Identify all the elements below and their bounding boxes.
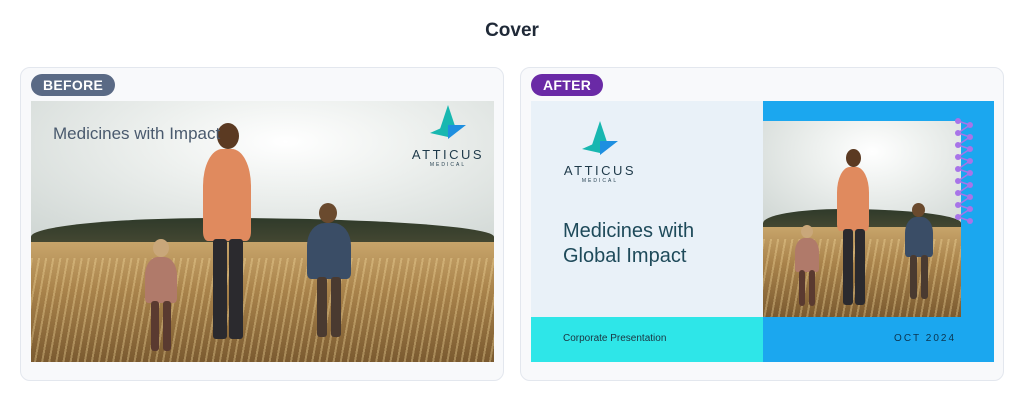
before-logo-name: ATTICUS bbox=[411, 147, 485, 162]
before-slide[interactable]: Medicines with Impact ATTICUS MEDICAL bbox=[31, 101, 494, 362]
after-logo: ATTICUS MEDICAL bbox=[561, 119, 639, 184]
after-date: OCT 2024 bbox=[894, 333, 956, 344]
decorative-dots-pattern bbox=[955, 118, 973, 224]
after-slide-title: Medicines with Global Impact bbox=[563, 220, 695, 267]
after-left-section: ATTICUS MEDICAL Medicines with Global Im… bbox=[531, 101, 763, 362]
mother-figure bbox=[191, 121, 261, 351]
before-badge: BEFORE bbox=[31, 74, 116, 96]
after-slide[interactable]: ATTICUS MEDICAL Medicines with Global Im… bbox=[531, 101, 994, 362]
before-logo-sub: MEDICAL bbox=[429, 162, 467, 168]
page-title: Cover bbox=[485, 20, 539, 41]
before-logo: ATTICUS MEDICAL bbox=[409, 103, 487, 168]
boy-figure bbox=[899, 201, 939, 311]
family-field-photo-cropped bbox=[763, 121, 961, 317]
mother-figure bbox=[829, 147, 877, 317]
before-slide-title: Medicines with Impact bbox=[53, 124, 221, 143]
before-panel: BEFORE Medicines with Impact ATTICUS MED… bbox=[20, 67, 504, 381]
atticus-logo-icon bbox=[430, 105, 466, 139]
girl-figure bbox=[139, 239, 184, 359]
after-badge: AFTER bbox=[531, 74, 604, 96]
after-panel: AFTER ATTICUS MEDICAL Medicines with Glo… bbox=[520, 67, 1004, 381]
boy-figure bbox=[299, 201, 359, 351]
after-cyan-band: Corporate Presentation bbox=[531, 317, 763, 362]
atticus-logo-icon bbox=[582, 121, 618, 155]
after-logo-sub: MEDICAL bbox=[581, 178, 619, 184]
after-band-label: Corporate Presentation bbox=[563, 333, 667, 344]
after-logo-name: ATTICUS bbox=[563, 163, 637, 178]
girl-figure bbox=[791, 225, 823, 315]
